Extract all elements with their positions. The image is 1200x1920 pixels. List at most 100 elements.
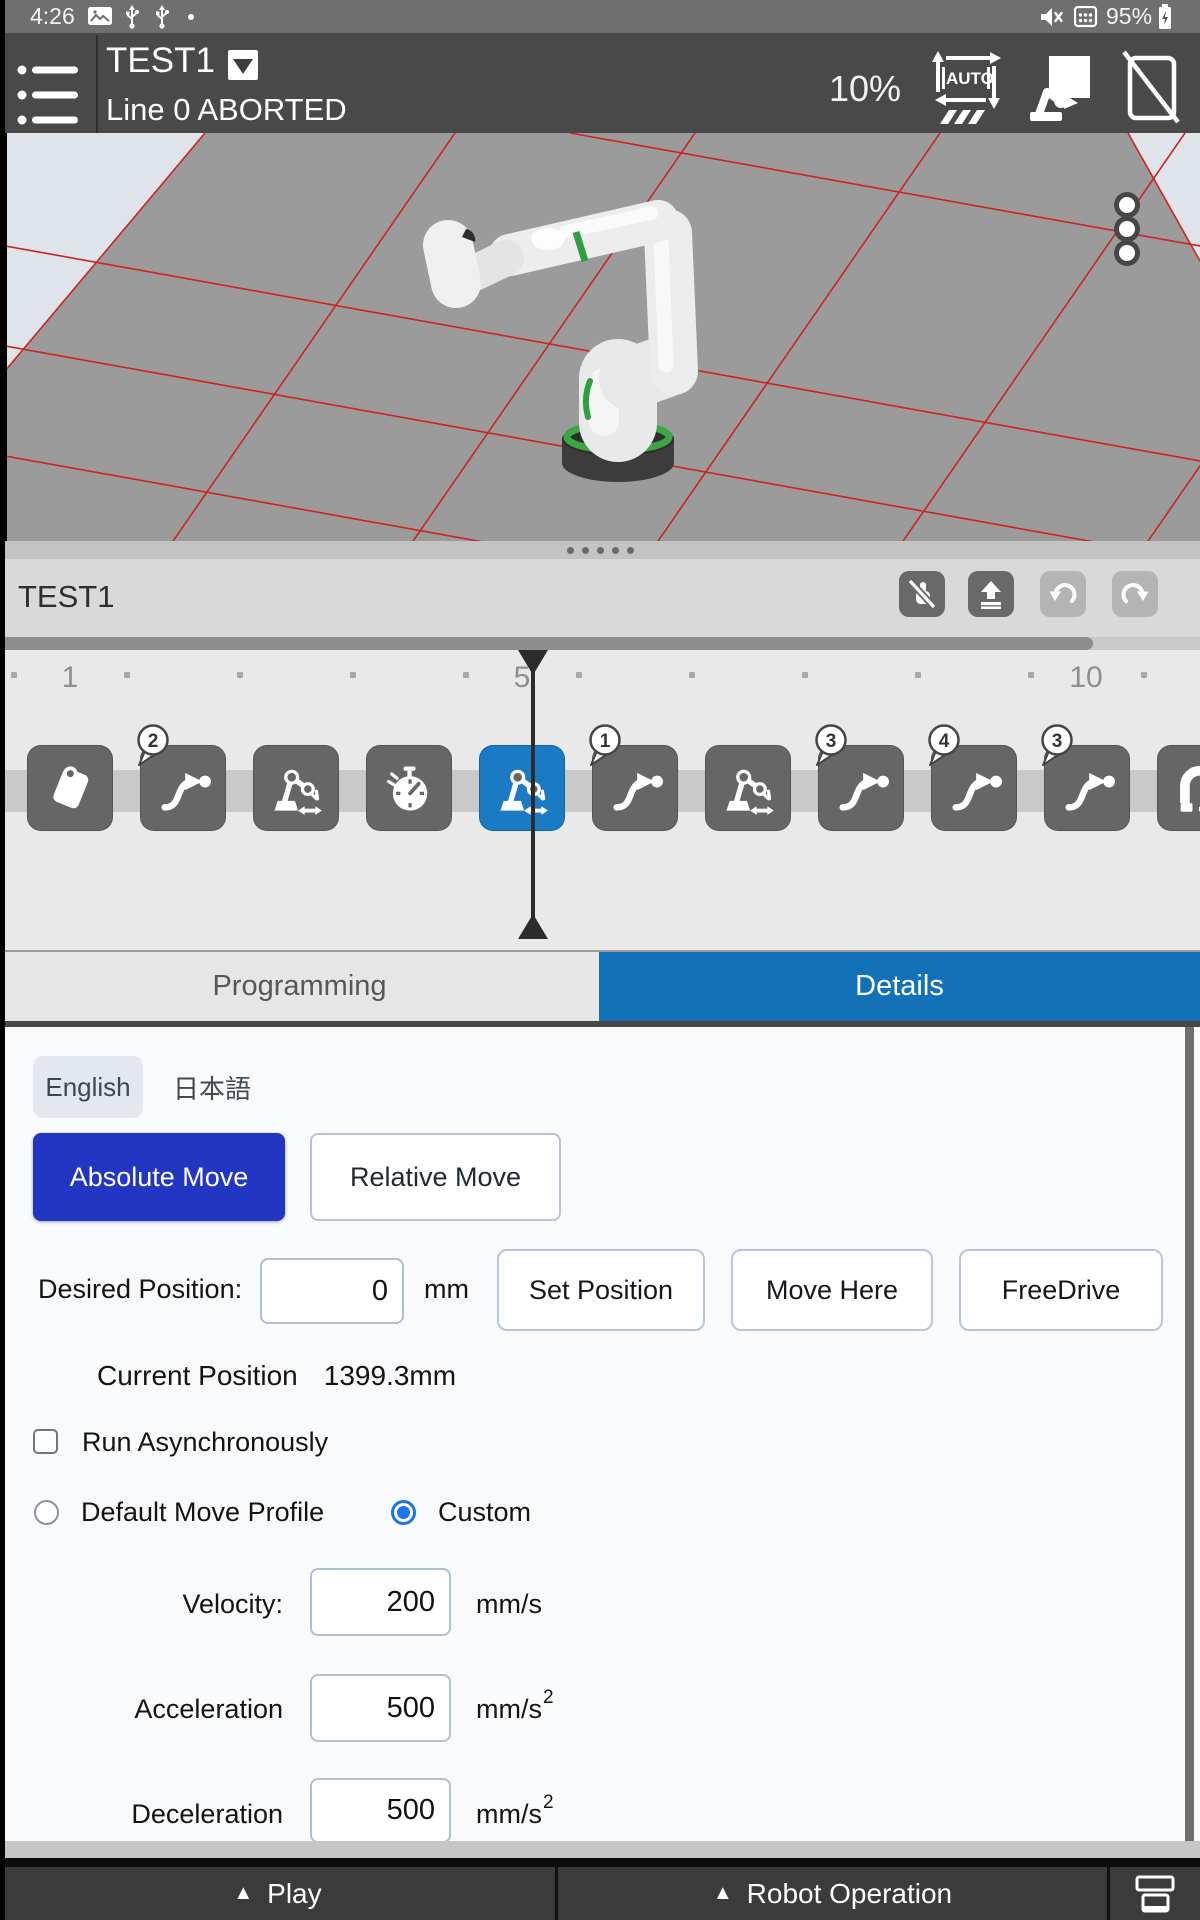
upload-button[interactable] [968,571,1014,617]
unit-sup: 2 [543,1687,554,1709]
ruler-tick [237,672,243,678]
current-position-row: Current Position 1399.3mm [97,1348,456,1404]
panel-vertical-scrollbar[interactable] [1185,1027,1194,1841]
deceleration-unit: mm/s2 [476,1786,554,1842]
ruler-tick [463,672,469,678]
robot-tool-icon[interactable] [1022,54,1092,124]
language-english-chip[interactable]: English [33,1056,143,1118]
auto-mode-icon[interactable]: AUTO [930,48,1002,126]
viewport-page-indicator[interactable] [0,541,1200,559]
language-japanese[interactable]: 日本語 [167,1056,257,1118]
menu-icon[interactable] [15,60,79,130]
speed-override[interactable]: 10% [820,64,910,114]
window-layout-button[interactable] [1110,1867,1200,1920]
timeline-step-timer[interactable] [366,745,452,831]
program-bar [0,559,1200,637]
upload-icon [976,579,1006,609]
deceleration-label: Deceleration [99,1786,283,1842]
freedrive-button[interactable]: FreeDrive [959,1249,1163,1331]
robot-operation-label: Robot Operation [747,1878,952,1910]
play-drawer-button[interactable]: ▲ Play [0,1867,555,1920]
desired-position-label: Desired Position: [38,1261,242,1317]
robot-icon [494,760,550,816]
tablet-disabled-icon[interactable] [1120,50,1182,126]
relative-move-button[interactable]: Relative Move [310,1133,561,1221]
step-count-badge: 4 [925,722,963,768]
program-name: TEST1 [18,572,114,622]
touch-disabled-icon [907,579,937,609]
timeline-cursor[interactable] [531,650,535,938]
undo-button[interactable] [1040,571,1086,617]
move-icon [946,760,1002,816]
panel-horizontal-scrollbar[interactable] [0,1841,1200,1858]
unit-base: mm/s [476,1694,542,1725]
current-position-label: Current Position [97,1360,298,1392]
set-position-button[interactable]: Set Position [497,1249,705,1331]
page-dot[interactable] [567,547,574,554]
expand-up-icon: ▲ [233,1882,253,1905]
step-count-badge: 3 [1038,722,1076,768]
custom-profile-radio[interactable] [391,1500,416,1525]
default-profile-label: Default Move Profile [81,1485,324,1539]
robot-operation-drawer-button[interactable]: ▲ Robot Operation [558,1867,1107,1920]
move-icon [1059,760,1115,816]
robot-3d-viewport[interactable] [0,133,1200,541]
touch-disabled-button[interactable] [899,571,945,617]
sim-grid-icon [1074,6,1098,28]
timeline-step-robot[interactable] [253,745,339,831]
ruler-tick [1028,672,1034,678]
move-here-button[interactable]: Move Here [731,1249,933,1331]
timer-icon [381,760,437,816]
timeline-step-tag[interactable] [27,745,113,831]
timeline-step-robot[interactable] [705,745,791,831]
redo-icon [1120,579,1150,609]
clamp-icon [1172,760,1200,816]
ruler-tick [124,672,130,678]
header-divider [96,35,98,133]
usb-icon [154,5,170,29]
screen-bezel [0,0,5,1920]
velocity-input[interactable]: 200 [310,1568,451,1636]
program-scrollbar-thumb[interactable] [0,637,1093,650]
window-layout-icon [1133,1872,1177,1916]
absolute-move-button[interactable]: Absolute Move [33,1133,285,1221]
svg-text:3: 3 [1052,731,1063,752]
battery-charging-icon [1158,4,1172,30]
move-icon [607,760,663,816]
dropdown-caret-icon[interactable] [228,50,258,80]
tab-programming[interactable]: Programming [0,952,599,1021]
dot-icon [188,14,194,20]
tab-details[interactable]: Details [599,952,1200,1021]
step-count-badge: 2 [134,722,172,768]
viewport-menu-icon [1114,192,1140,266]
svg-text:AUTO: AUTO [946,69,994,88]
redo-button[interactable] [1112,571,1158,617]
page-dot[interactable] [582,547,589,554]
run-status: Line 0 ABORTED [106,90,347,130]
status-bar: 4:26 [0,0,1200,33]
acceleration-input[interactable]: 500 [310,1674,451,1742]
undo-icon [1048,579,1078,609]
ruler-number: 10 [1056,658,1116,698]
ruler-tick [11,672,17,678]
page-dot[interactable] [597,547,604,554]
page-dot[interactable] [612,547,619,554]
desired-position-input[interactable]: 0 [260,1258,404,1324]
cursor-bottom-handle[interactable] [517,914,549,939]
move-icon [155,760,211,816]
page-dot[interactable] [627,547,634,554]
timeline-step-robot-selected[interactable] [479,745,565,831]
ruler-tick [350,672,356,678]
acceleration-label: Acceleration [99,1681,283,1737]
deceleration-input[interactable]: 500 [310,1778,451,1843]
default-profile-radio[interactable] [34,1500,59,1525]
timeline-step-clamp[interactable] [1157,745,1200,831]
teach-pendant-screen: 4:26 [0,0,1200,1920]
program-title[interactable]: TEST1 [106,42,215,80]
ruler-tick [1141,672,1147,678]
usb-icon [124,5,140,29]
ruler-tick [915,672,921,678]
cursor-top-handle[interactable] [517,650,549,675]
run-async-checkbox[interactable] [33,1429,58,1454]
svg-text:4: 4 [939,731,950,752]
